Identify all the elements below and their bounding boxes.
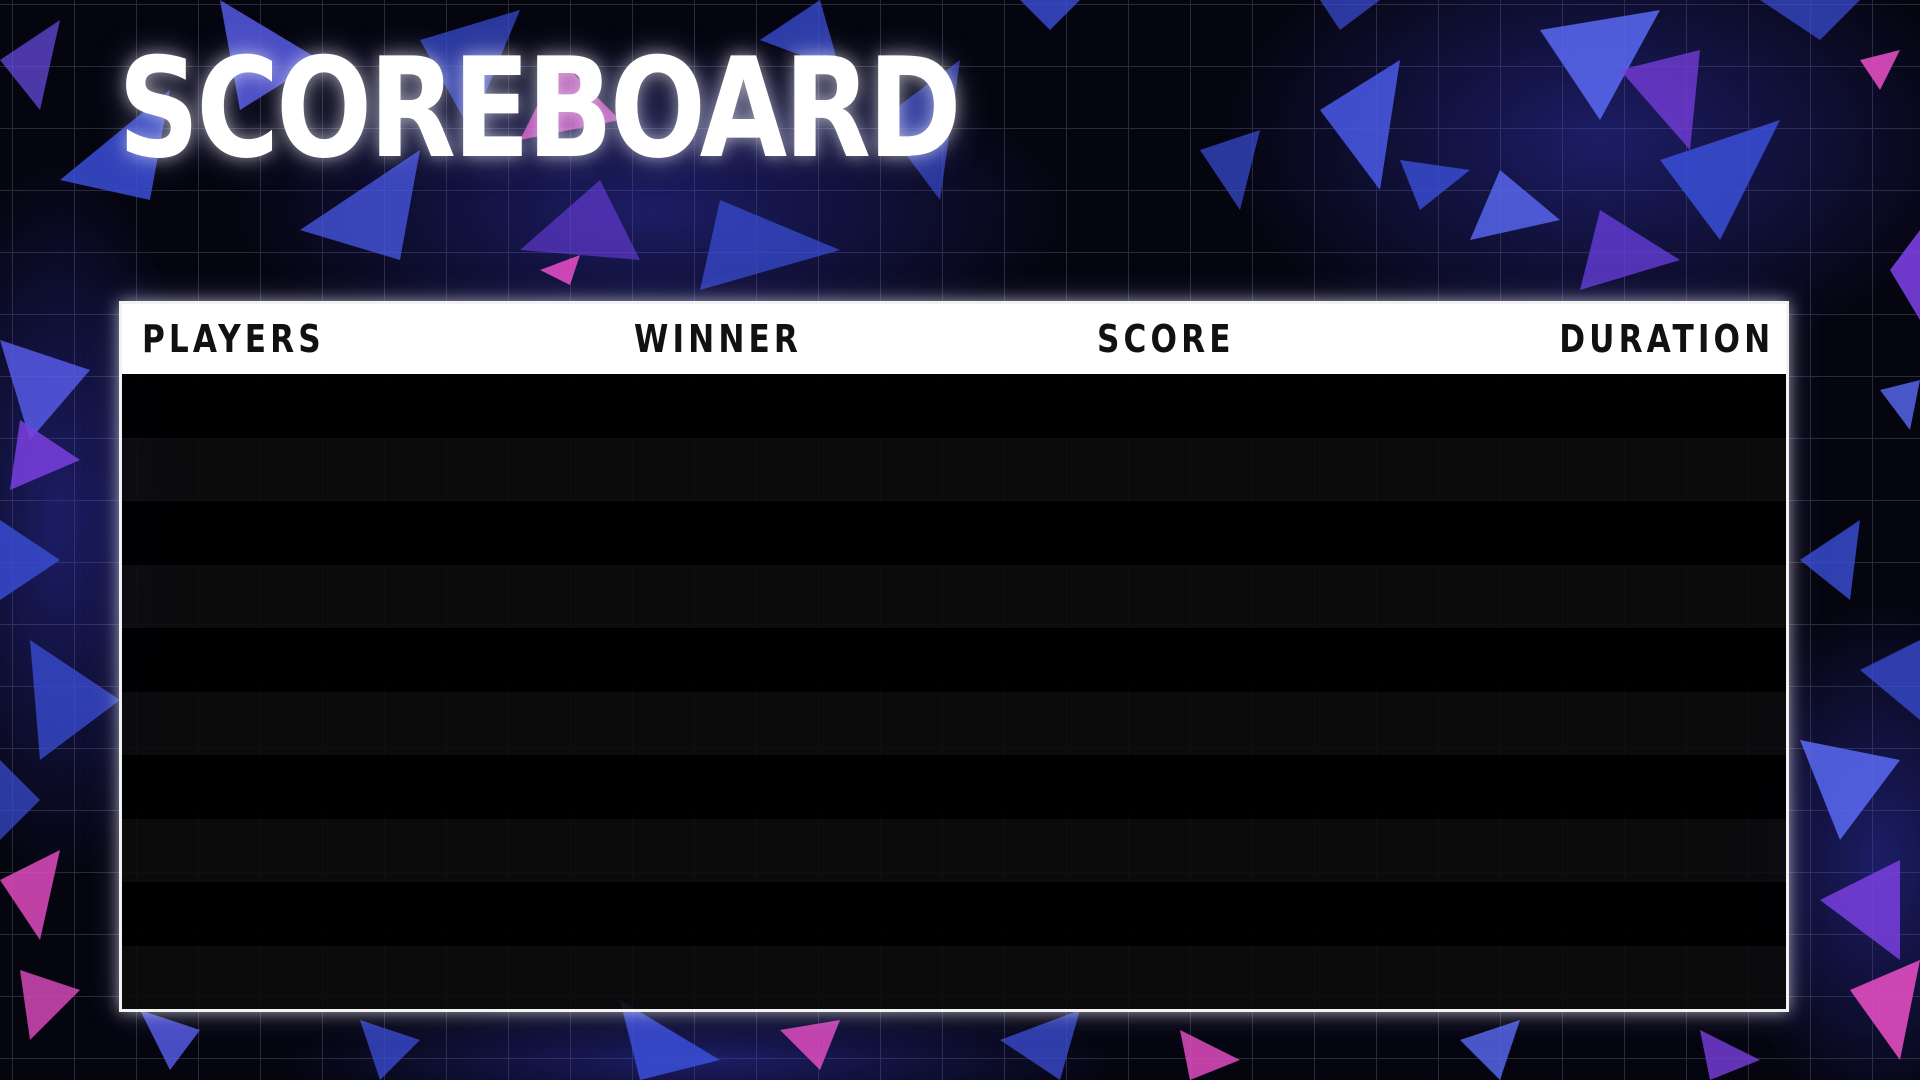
table-row xyxy=(122,691,1786,755)
table-row xyxy=(122,818,1786,882)
column-header-winner: WINNER xyxy=(634,317,803,361)
table-row xyxy=(122,628,1786,692)
table-body xyxy=(122,374,1786,1009)
table-row xyxy=(122,564,1786,628)
column-header-duration: DURATION xyxy=(1558,317,1774,361)
column-header-score: SCORE xyxy=(1097,317,1235,361)
table-row xyxy=(122,945,1786,1009)
page-title: SCOREBOARD xyxy=(118,28,962,189)
table-row xyxy=(122,374,1786,438)
table-header: PLAYERS WINNER SCORE DURATION xyxy=(122,304,1786,374)
scoreboard-table: PLAYERS WINNER SCORE DURATION xyxy=(119,301,1789,1012)
table-row xyxy=(122,437,1786,501)
table-row xyxy=(122,882,1786,946)
table-row xyxy=(122,501,1786,565)
table-row xyxy=(122,755,1786,819)
column-header-players: PLAYERS xyxy=(142,317,325,361)
